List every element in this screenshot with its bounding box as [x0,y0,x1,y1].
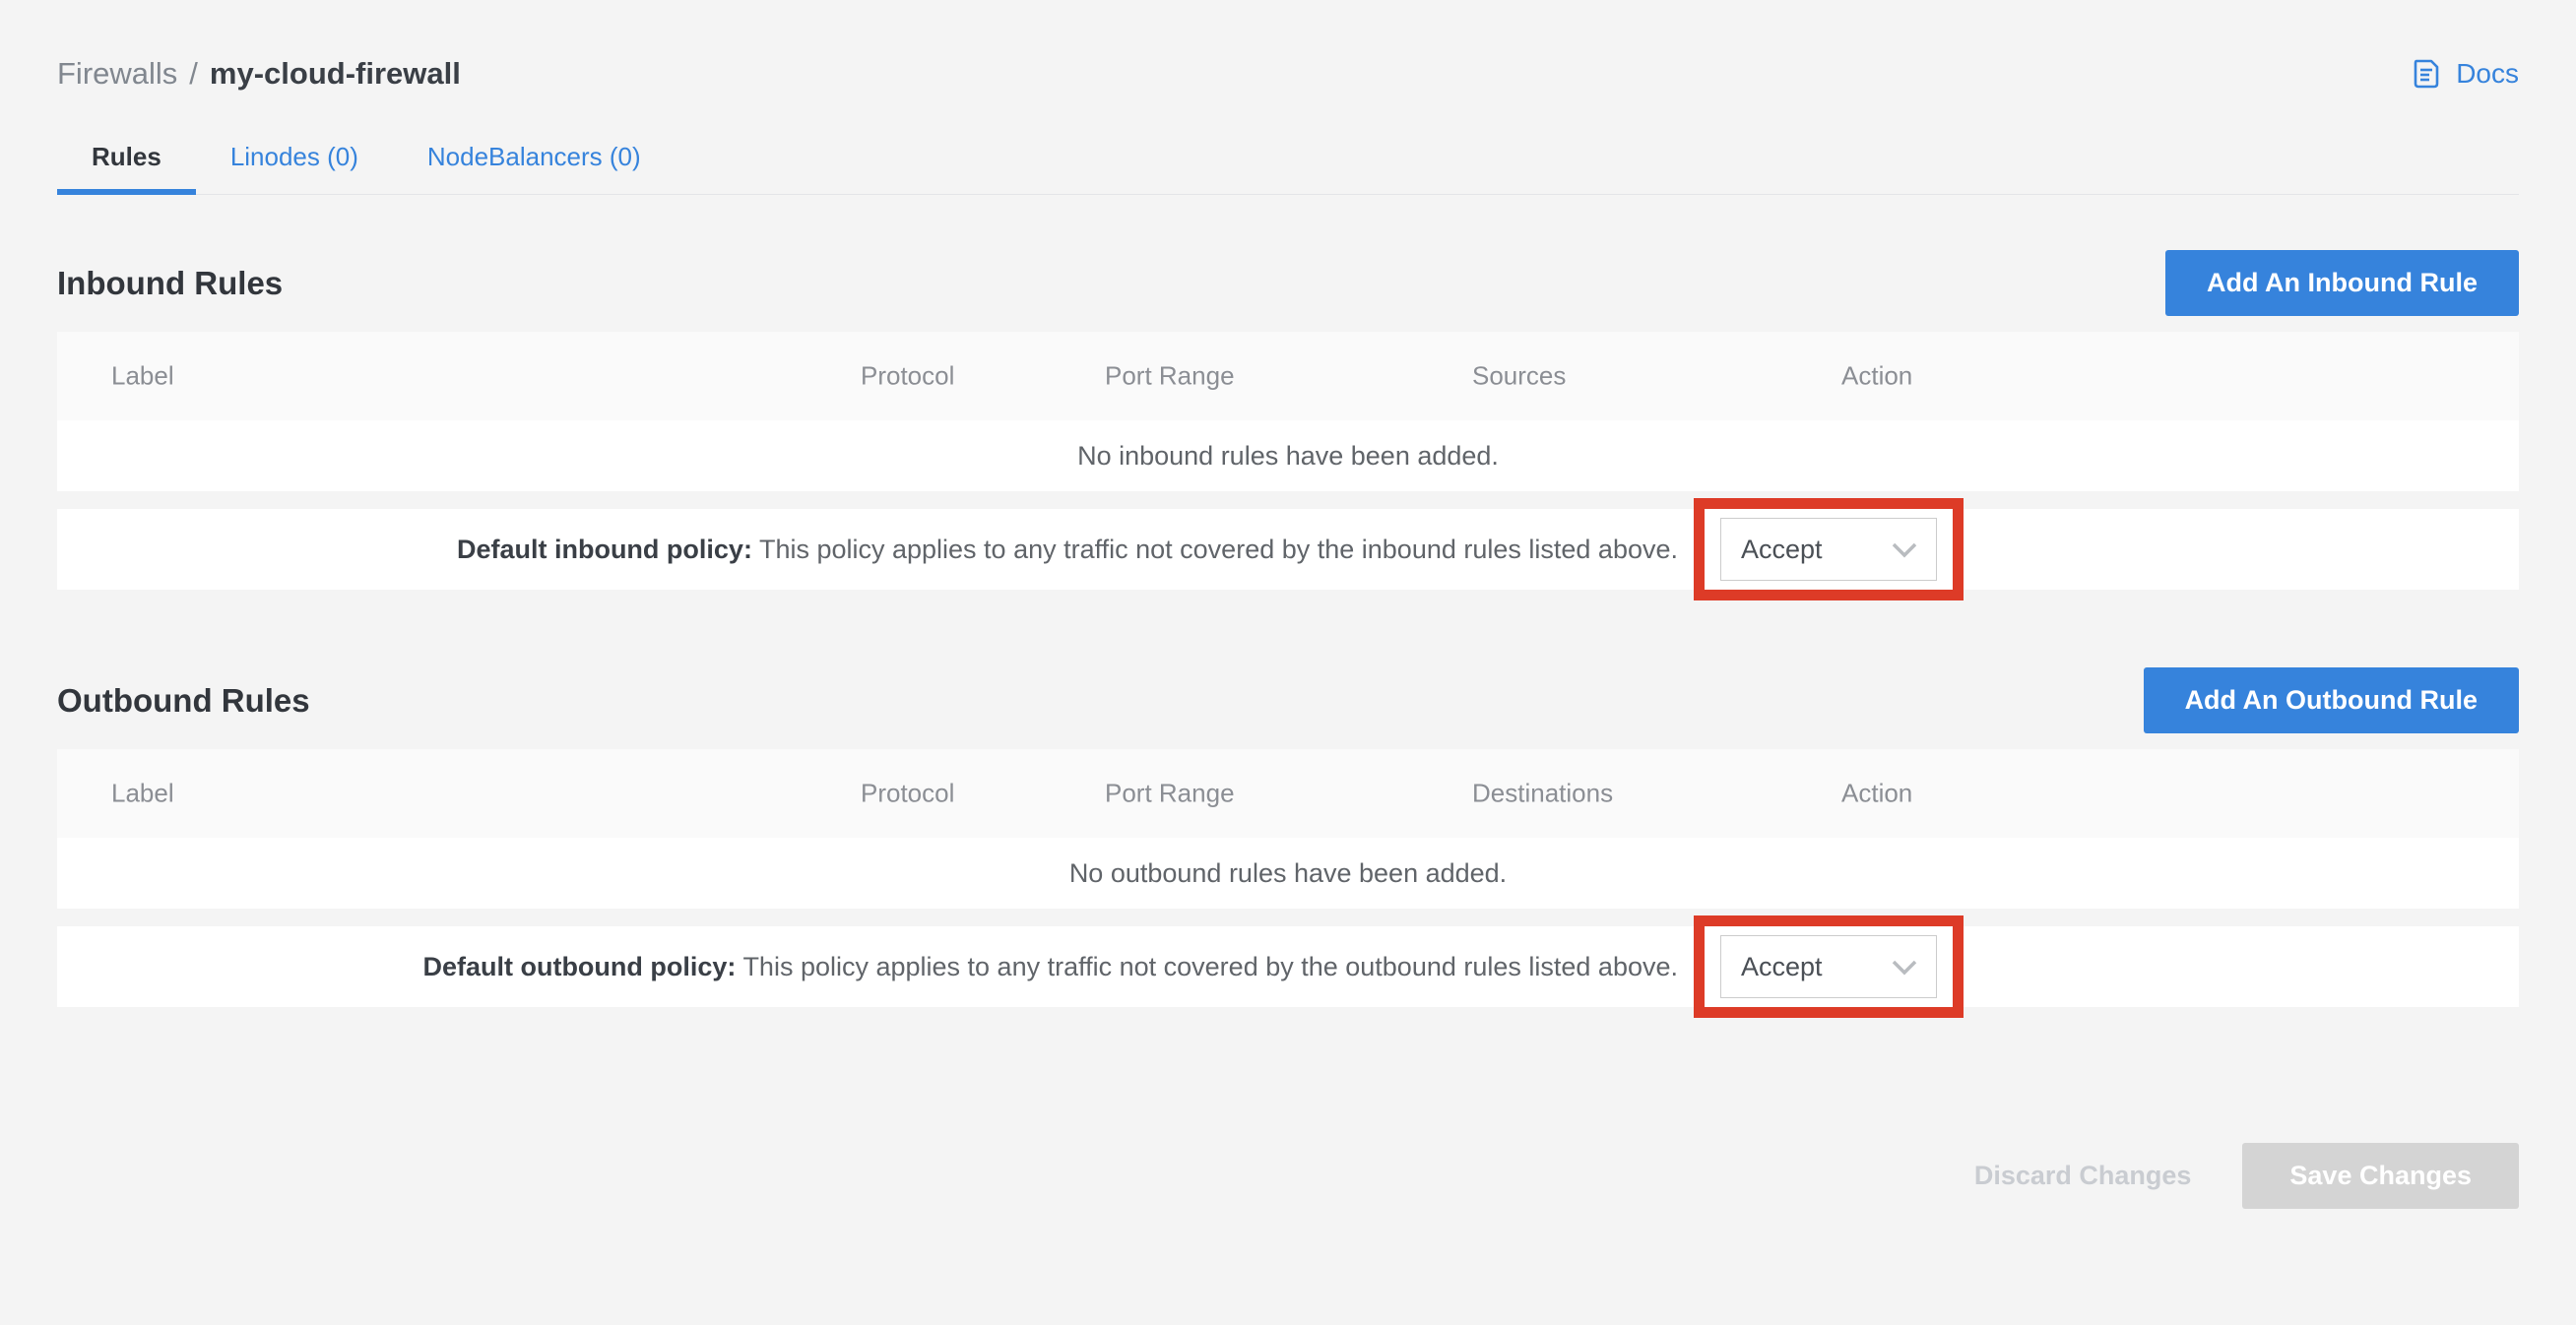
outbound-section-header: Outbound Rules Add An Outbound Rule [57,667,2519,733]
tab-bar: Rules Linodes (0) NodeBalancers (0) [57,128,2519,195]
outbound-column-protocol: Protocol [861,779,954,809]
inbound-rules-table: Label Protocol Port Range Sources Action… [57,332,2519,590]
breadcrumb-current-firewall: my-cloud-firewall [210,56,461,92]
outbound-policy-label: Default outbound policy: [422,952,736,981]
inbound-policy-selected-value: Accept [1741,535,1823,565]
footer-actions: Discard Changes Save Changes [57,1143,2519,1209]
docs-label: Docs [2456,58,2519,90]
tab-linodes[interactable]: Linodes (0) [196,128,393,194]
outbound-policy-selected-value: Accept [1741,952,1823,982]
inbound-column-sources: Sources [1472,361,1566,392]
outbound-policy-text: Default outbound policy: This policy app… [422,952,1678,982]
breadcrumb-firewalls-link[interactable]: Firewalls [57,56,177,92]
outbound-column-port-range: Port Range [1105,779,1235,809]
inbound-policy-highlight-box: Accept [1694,498,1964,600]
inbound-policy-select[interactable]: Accept [1720,518,1937,581]
inbound-column-protocol: Protocol [861,361,954,392]
inbound-empty-message: No inbound rules have been added. [1077,441,1499,472]
outbound-policy-highlight-box: Accept [1694,915,1964,1018]
save-changes-button[interactable]: Save Changes [2242,1143,2519,1209]
tab-rules[interactable]: Rules [57,128,196,194]
inbound-rules-title: Inbound Rules [57,265,283,302]
inbound-policy-row: Default inbound policy: This policy appl… [57,509,2519,590]
inbound-table-header: Label Protocol Port Range Sources Action [57,332,2519,420]
outbound-column-action: Action [1841,779,1912,809]
inbound-section-header: Inbound Rules Add An Inbound Rule [57,250,2519,316]
discard-changes-button[interactable]: Discard Changes [1974,1161,2192,1191]
firewall-detail-page: Firewalls / my-cloud-firewall Docs Rules… [0,49,2576,1209]
add-inbound-rule-button[interactable]: Add An Inbound Rule [2165,250,2519,316]
chevron-down-icon [1891,535,1918,565]
outbound-table-header: Label Protocol Port Range Destinations A… [57,749,2519,838]
inbound-column-label: Label [111,361,174,392]
top-bar: Firewalls / my-cloud-firewall Docs [57,49,2519,98]
outbound-column-destinations: Destinations [1472,779,1613,809]
outbound-policy-description: This policy applies to any traffic not c… [742,952,1678,981]
outbound-empty-row: No outbound rules have been added. [57,838,2519,909]
tab-nodebalancers[interactable]: NodeBalancers (0) [393,128,676,194]
breadcrumb: Firewalls / my-cloud-firewall [57,56,461,92]
breadcrumb-separator: / [189,56,198,92]
outbound-policy-select[interactable]: Accept [1720,935,1937,998]
inbound-column-port-range: Port Range [1105,361,1235,392]
add-outbound-rule-button[interactable]: Add An Outbound Rule [2144,667,2519,733]
docs-link[interactable]: Docs [2409,56,2519,92]
chevron-down-icon [1891,952,1918,982]
inbound-empty-row: No inbound rules have been added. [57,420,2519,491]
outbound-row-gap [57,909,2519,926]
inbound-column-action: Action [1841,361,1912,392]
inbound-row-gap [57,491,2519,509]
inbound-policy-text: Default inbound policy: This policy appl… [457,535,1678,565]
outbound-rules-title: Outbound Rules [57,682,310,720]
docs-icon [2409,56,2444,92]
outbound-empty-message: No outbound rules have been added. [1069,858,1507,889]
inbound-policy-label: Default inbound policy: [457,535,752,564]
outbound-column-label: Label [111,779,174,809]
inbound-policy-description: This policy applies to any traffic not c… [759,535,1678,564]
outbound-rules-table: Label Protocol Port Range Destinations A… [57,749,2519,1007]
outbound-policy-row: Default outbound policy: This policy app… [57,926,2519,1007]
